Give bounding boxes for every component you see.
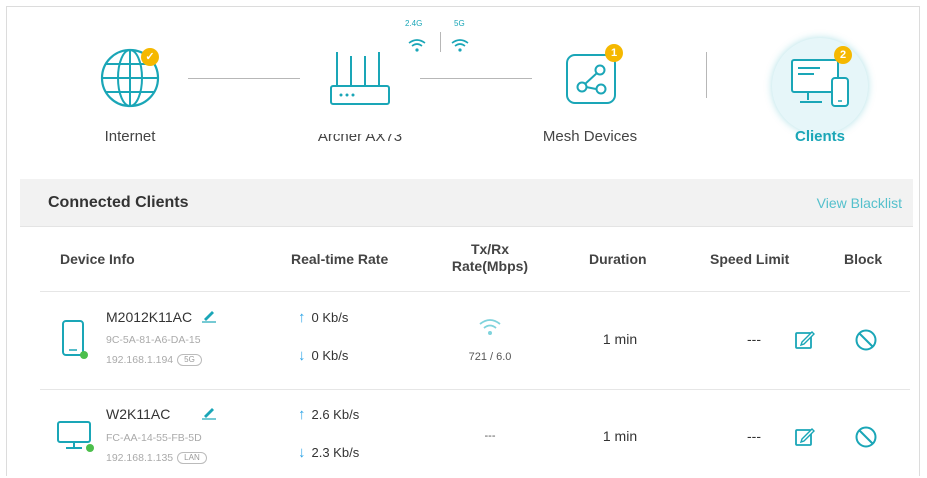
router-icon <box>330 52 390 105</box>
col-speed-limit: Speed Limit <box>710 251 790 267</box>
arrow-up-icon: ↑ <box>298 309 306 326</box>
txrx-value: --- <box>484 430 496 442</box>
wifi-5g-icon <box>451 39 469 52</box>
clients-icon <box>791 59 849 107</box>
band-badge: LAN <box>177 452 207 464</box>
col-block: Block <box>844 251 883 267</box>
device-ip-row: 192.168.1.194 5G <box>106 354 202 366</box>
view-blacklist-link[interactable]: View Blacklist <box>817 195 902 211</box>
duration-value: 1 min <box>602 428 638 444</box>
band-24g-label: 2.4G <box>405 19 423 28</box>
duration-value: 1 min <box>602 331 638 347</box>
panel-header: Connected Clients View Blacklist <box>20 179 913 227</box>
wifi-signal-icon <box>479 319 501 335</box>
network-topology: ✓ Internet 2.4G 5G Archer AX73 1 Mesh De… <box>0 0 927 175</box>
device-ip: 192.168.1.135 <box>106 452 174 464</box>
edit-speed-limit-icon[interactable] <box>794 329 816 351</box>
col-device-info: Device Info <box>60 251 135 267</box>
device-ip: 192.168.1.194 <box>106 354 174 366</box>
clients-count-badge: 2 <box>834 46 852 64</box>
device-mac: FC-AA-14-55-FB-5D <box>106 432 202 444</box>
connector-line <box>420 78 532 79</box>
mesh-count-badge: 1 <box>605 44 623 62</box>
band-5g-label: 5G <box>454 19 465 28</box>
internet-node[interactable]: ✓ <box>95 44 165 114</box>
mesh-devices-node[interactable]: 1 <box>562 44 623 108</box>
upload-rate: ↑ 2.6 Kb/s <box>298 406 359 423</box>
col-realtime-rate: Real-time Rate <box>291 251 389 267</box>
col-txrx-line2: Rate(Mbps) <box>451 258 529 274</box>
device-mac: 9C-5A-81-A6-DA-15 <box>106 334 201 346</box>
col-txrx-rate: Tx/Rx Rate(Mbps) <box>440 241 540 275</box>
clients-node[interactable]: 2 <box>772 38 868 134</box>
col-txrx-line1: Tx/Rx <box>470 241 510 257</box>
device-ip-row: 192.168.1.135 LAN <box>106 452 207 464</box>
desktop-icon <box>57 421 94 452</box>
arrow-down-icon: ↓ <box>298 444 306 461</box>
table-row: M2012K11AC 9C-5A-81-A6-DA-15 192.168.1.1… <box>20 292 913 388</box>
phone-icon <box>62 320 88 359</box>
arrow-down-icon: ↓ <box>298 347 306 364</box>
internet-label: Internet <box>104 128 156 145</box>
block-icon[interactable] <box>854 425 878 449</box>
clients-label: Clients <box>794 128 846 145</box>
arrow-up-icon: ↑ <box>298 406 306 423</box>
txrx-value: 721 / 6.0 <box>468 351 512 363</box>
edit-name-icon[interactable] <box>201 309 217 323</box>
device-name: W2K11AC <box>106 406 171 422</box>
upload-value: 2.6 Kb/s <box>311 407 360 422</box>
edit-speed-limit-icon[interactable] <box>794 426 816 448</box>
mesh-devices-label: Mesh Devices <box>542 128 638 145</box>
clients-divider <box>706 52 707 98</box>
speed-limit-value: --- <box>747 331 761 347</box>
device-name: M2012K11AC <box>106 309 193 325</box>
download-rate: ↓ 2.3 Kb/s <box>298 444 359 461</box>
check-badge-icon: ✓ <box>141 48 159 66</box>
block-icon[interactable] <box>854 328 878 352</box>
band-divider <box>440 32 441 52</box>
upload-value: 0 Kb/s <box>311 310 349 325</box>
connected-clients-panel: Connected Clients View Blacklist Device … <box>20 179 913 478</box>
connector-line <box>188 78 300 79</box>
router-node[interactable] <box>326 48 394 110</box>
download-value: 0 Kb/s <box>311 348 349 363</box>
band-badge: 5G <box>177 354 202 366</box>
edit-name-icon[interactable] <box>201 406 217 420</box>
panel-title: Connected Clients <box>48 194 189 211</box>
upload-rate: ↑ 0 Kb/s <box>298 309 348 326</box>
download-rate: ↓ 0 Kb/s <box>298 347 348 364</box>
col-duration: Duration <box>589 251 647 267</box>
router-label: Archer AX73 <box>317 128 403 145</box>
speed-limit-value: --- <box>747 428 761 444</box>
download-value: 2.3 Kb/s <box>311 445 360 460</box>
wifi-24g-icon <box>408 39 426 52</box>
table-row: W2K11AC FC-AA-14-55-FB-5D 192.168.1.135 L… <box>20 390 913 478</box>
